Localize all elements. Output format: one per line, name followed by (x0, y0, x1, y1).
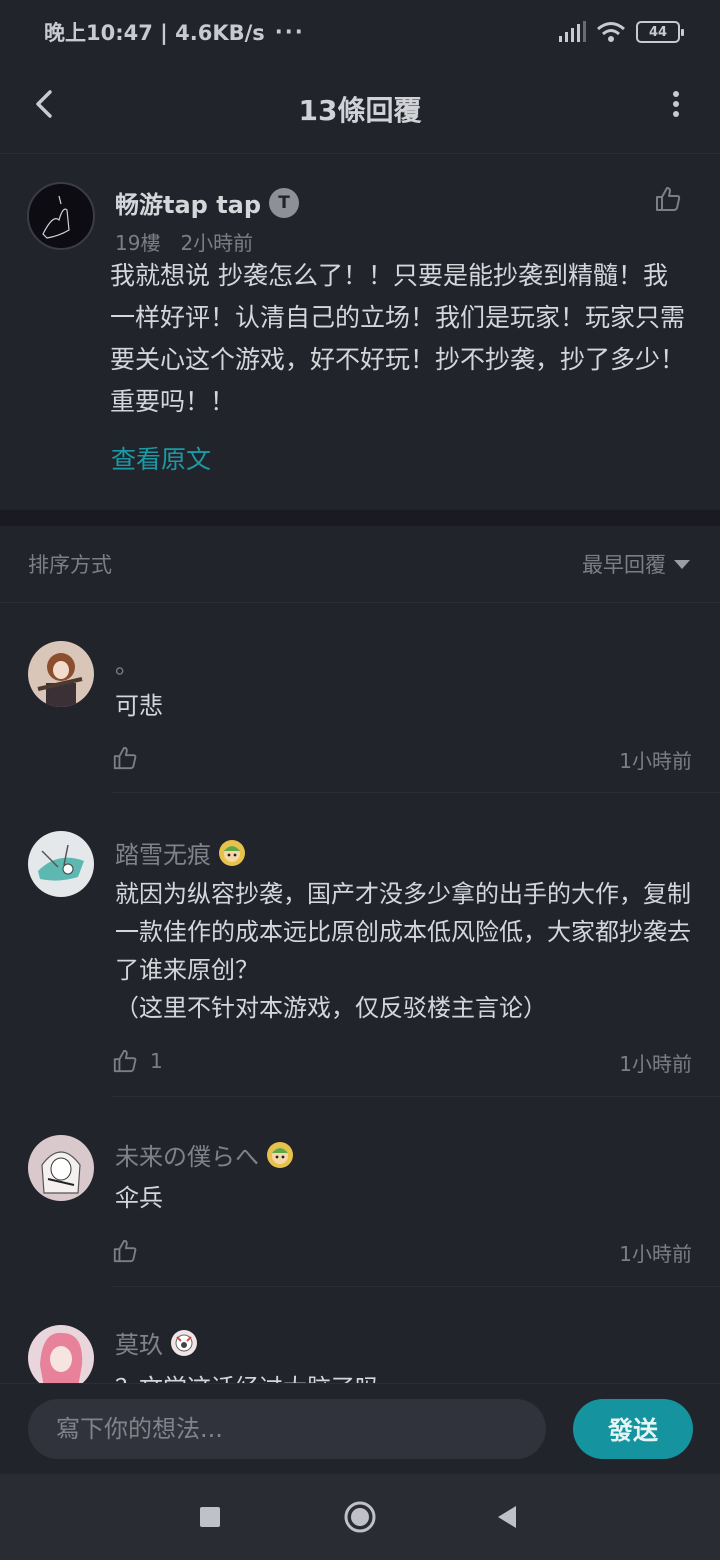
avatar[interactable] (28, 1325, 94, 1383)
avatar-art (40, 1332, 83, 1383)
post-floor: 19樓 (115, 231, 161, 255)
reply-text: 就因为纵容抄袭，国产才没多少拿的出手的大作，复制一款佳作的成本远比原创成本低风险… (115, 880, 691, 1022)
reply-item: 。 可悲 1小時前 (0, 603, 720, 793)
post-time: 2小時前 (180, 231, 254, 255)
avatar[interactable] (28, 641, 94, 707)
reply-time: 1小時前 (619, 1242, 692, 1266)
avatar-art (41, 1151, 81, 1194)
reply-text: 可悲 (115, 692, 163, 720)
post-meta: 19樓 2小時前 (115, 227, 253, 256)
system-nav-bar (0, 1474, 720, 1560)
recent-apps-icon[interactable] (198, 1505, 222, 1529)
home-icon[interactable] (343, 1500, 377, 1534)
reply-author-name: 未来の僕らへ (115, 1143, 259, 1171)
battery-icon: 44 (636, 21, 684, 43)
caret-down-icon (674, 559, 690, 569)
avatar[interactable] (27, 182, 95, 250)
thumbs-up-icon (113, 1049, 137, 1073)
section-divider (0, 510, 720, 526)
like-button[interactable] (112, 1238, 150, 1264)
sort-value: 最早回覆 (582, 553, 666, 577)
post-author[interactable]: 畅游tap tap T (115, 185, 300, 220)
back-nav-icon[interactable] (494, 1504, 520, 1530)
reply-author[interactable]: 未来の僕らへ (115, 1137, 293, 1172)
status-more-dots: ··· (274, 20, 305, 44)
sort-label: 排序方式 (28, 553, 112, 577)
reply-item: 莫玖 ？文学这话经过大脑了吗 (0, 1287, 720, 1383)
reply-text: 伞兵 (115, 1184, 163, 1212)
comment-composer: 發送 (0, 1383, 720, 1474)
chevron-left-icon[interactable] (26, 84, 66, 124)
avatar-art (38, 844, 84, 881)
reply-item: 踏雪无痕 就因为纵容抄袭，国产才没多少拿的出手的大作，复制一款佳作的成本远比原创… (0, 793, 720, 1097)
reply-time: 1小時前 (619, 749, 692, 773)
post-author-name: 畅游tap tap (115, 191, 262, 219)
level-badge-icon (219, 839, 245, 866)
verified-badge-icon: T (269, 187, 300, 218)
avatar[interactable] (28, 1135, 94, 1201)
status-bar: 晚上10:47 | 4.6KB/s ··· 44 (0, 0, 720, 64)
battery-level: 44 (648, 24, 668, 40)
reply-author-name: 莫玖 (115, 1331, 163, 1359)
sort-row: 排序方式 最早回覆 (0, 526, 720, 603)
status-right: 44 (558, 21, 684, 43)
status-left: 晚上10:47 | 4.6KB/s ··· (44, 17, 305, 47)
thumbs-up-icon (113, 1239, 137, 1263)
avatar-art (42, 195, 70, 239)
avatar-art (37, 653, 83, 707)
reply-item: 未来の僕らへ 伞兵 1小時前 (0, 1097, 720, 1287)
page-title: 13條回覆 (298, 93, 422, 127)
send-button[interactable]: 發送 (573, 1399, 693, 1459)
signal-icon (559, 21, 586, 42)
wifi-icon (597, 22, 625, 42)
like-button[interactable]: 1 (112, 1048, 163, 1074)
avatar[interactable] (28, 831, 94, 897)
reply-author-name: 踏雪无痕 (115, 841, 211, 869)
view-original-link[interactable]: 查看原文 (111, 440, 211, 476)
reply-author[interactable]: 踏雪无痕 (115, 835, 245, 870)
status-time-speed: 晚上10:47 | 4.6KB/s (44, 21, 265, 45)
thumbs-up-icon (113, 746, 137, 770)
reply-author-name: 。 (115, 651, 139, 679)
like-count: 1 (150, 1049, 163, 1073)
app-header: 13條回覆 (0, 64, 720, 154)
more-vertical-icon[interactable] (668, 88, 684, 120)
post-text: 我就想说 抄袭怎么了！！只要是能抄袭到精髓！我一样好评！认清自己的立场！我们是玩… (110, 261, 686, 416)
reply-time: 1小時前 (619, 1052, 692, 1076)
reply-author[interactable]: 莫玖 (115, 1325, 197, 1360)
main-post: 畅游tap tap T 19樓 2小時前 我就想说 抄袭怎么了！！只要是能抄袭到… (0, 155, 720, 510)
reply-author[interactable]: 。 (115, 645, 139, 680)
reply-text: ？文学这话经过大脑了吗 (115, 1369, 695, 1383)
thumbs-up-icon[interactable] (654, 185, 682, 213)
like-button[interactable] (112, 745, 150, 771)
level-badge-icon (267, 1141, 293, 1168)
comment-input[interactable] (28, 1399, 546, 1459)
level-badge-icon (171, 1329, 197, 1356)
sort-dropdown[interactable]: 最早回覆 (582, 549, 690, 579)
